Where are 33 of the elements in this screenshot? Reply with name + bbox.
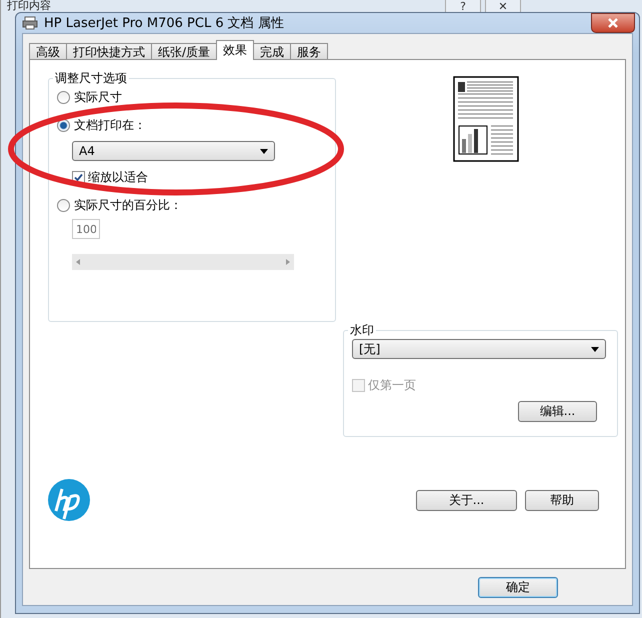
checkbox-label: 仅第一页 (368, 376, 416, 394)
window-title: 打印内容 (7, 0, 51, 12)
checkbox-label: 缩放以适合 (88, 168, 148, 186)
percent-scrollbar[interactable] (72, 254, 294, 270)
group-title: 水印 (349, 322, 375, 339)
left-arrow-icon[interactable] (76, 259, 80, 265)
tab[interactable]: 高级 (29, 43, 67, 60)
radio-label: 实际尺寸的百分比： (74, 196, 182, 214)
caret-icon (591, 346, 599, 352)
group-title: 调整尺寸选项 (54, 70, 128, 87)
window-title: HP LaserJet Pro M706 PCL 6 文档 属性 (44, 15, 284, 32)
tab[interactable]: 效果 (216, 40, 254, 60)
about-button[interactable]: 关于... (416, 490, 517, 510)
page-preview-icon (453, 76, 519, 162)
right-arrow-icon[interactable] (286, 259, 290, 265)
ok-button[interactable]: 确定 (478, 576, 558, 598)
radio-button[interactable] (57, 198, 70, 212)
caret-icon (260, 148, 268, 154)
tab[interactable]: 纸张/质量 (151, 43, 218, 60)
printer-icon (22, 16, 38, 30)
tab[interactable]: 打印快捷方式 (66, 43, 152, 60)
close-button[interactable] (591, 13, 635, 33)
watermark-dropdown[interactable]: [无] (352, 339, 606, 359)
radio-label: 文档打印在： (74, 116, 146, 134)
paper-size-dropdown[interactable]: A4 (72, 141, 275, 161)
edit-button[interactable]: 编辑... (518, 401, 597, 422)
tab[interactable]: 完成 (253, 43, 292, 60)
help-button[interactable]: 帮助 (525, 490, 599, 510)
radio-button[interactable] (57, 90, 70, 104)
logo-icon (48, 479, 90, 521)
close-icon (607, 18, 619, 28)
radio-label: 实际尺寸 (74, 88, 122, 106)
tab[interactable]: 服务 (290, 43, 328, 60)
